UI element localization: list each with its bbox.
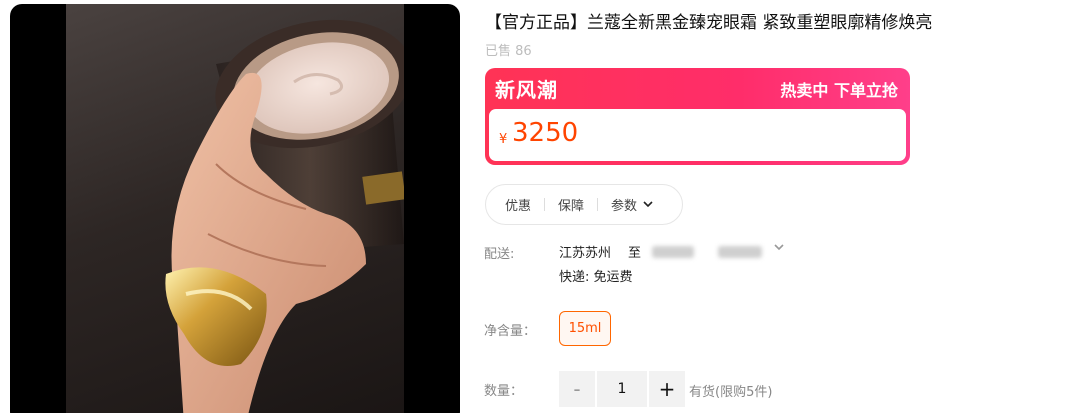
quantity-stepper: - 1 +: [559, 371, 685, 407]
promo-tagline: 热卖中 下单立抢: [780, 81, 898, 100]
increment-button[interactable]: +: [649, 371, 685, 407]
sold-number: 86: [515, 44, 532, 59]
quantity-input[interactable]: 1: [597, 371, 647, 407]
tab-guarantee[interactable]: 保障: [558, 195, 584, 214]
decrement-button[interactable]: -: [559, 371, 595, 407]
shipping-origin: 江苏苏州: [559, 246, 612, 261]
product-detail-page: 【官方正品】兰蔻全新黑金臻宠眼霜 紧致重塑眼廓精修焕亮 已售 86 新风潮 热卖…: [0, 0, 1087, 413]
spec-label: 净含量：: [484, 324, 537, 339]
price-box: ¥ 3250: [489, 109, 906, 161]
quantity-label: 数量：: [484, 384, 524, 399]
shipping-to: 至: [628, 246, 642, 261]
eye-cream-jar-photo: [165, 19, 404, 413]
shipping-method: 快递: 免运费: [559, 270, 633, 285]
stock-status: 有货(限购5件): [689, 385, 773, 400]
currency-symbol: ¥: [499, 132, 508, 147]
product-image-viewer[interactable]: [10, 4, 460, 413]
promo-price-banner: 新风潮 热卖中 下单立抢 ¥ 3250: [485, 68, 910, 165]
price-value: 3250: [512, 118, 579, 148]
product-photo: [66, 4, 404, 413]
product-title: 【官方正品】兰蔻全新黑金臻宠眼霜 紧致重塑眼廓精修焕亮: [485, 13, 933, 33]
info-tabs: 优惠 保障 参数: [485, 184, 683, 225]
sold-count: 已售 86: [485, 40, 532, 59]
destination-city-blurred[interactable]: [652, 246, 694, 258]
promo-brand: 新风潮: [495, 78, 558, 102]
chevron-down-icon: [643, 201, 653, 208]
shipping-label: 配送:: [484, 247, 515, 262]
tab-divider: [544, 198, 546, 211]
destination-district-blurred[interactable]: [718, 246, 762, 258]
tab-params[interactable]: 参数: [611, 195, 653, 214]
tab-discount[interactable]: 优惠: [505, 195, 531, 214]
tab-params-label: 参数: [611, 199, 638, 214]
sold-label: 已售: [485, 44, 512, 59]
spec-option-15ml[interactable]: 15ml: [559, 311, 611, 346]
tab-divider: [597, 198, 599, 211]
chevron-down-icon[interactable]: [774, 244, 784, 251]
